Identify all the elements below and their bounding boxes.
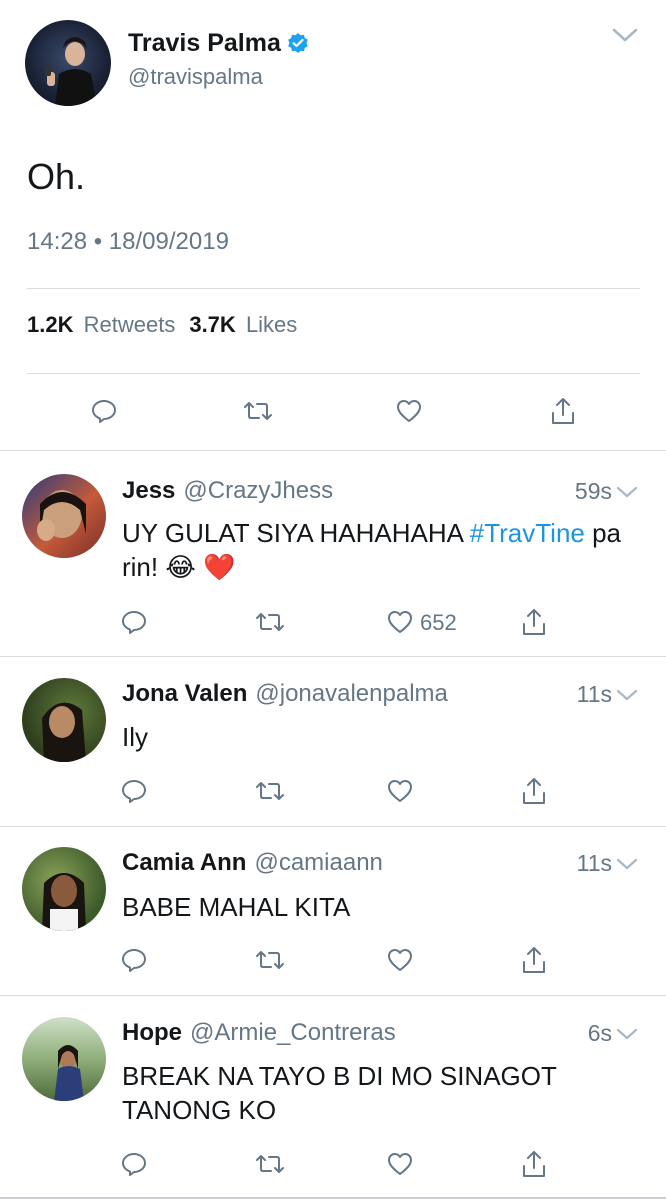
retweet-icon — [254, 777, 286, 805]
divider — [0, 1197, 666, 1199]
like-button[interactable] — [382, 604, 418, 640]
author-avatar[interactable] — [25, 20, 111, 106]
reply-text: BREAK NA TAYO B DI MO SINAGOT TANONG KO — [122, 1061, 557, 1125]
retweet-icon — [242, 397, 274, 425]
tweet-stats: 1.2K Retweets 3.7K Likes — [27, 312, 297, 338]
reply-button[interactable] — [116, 773, 152, 809]
retweet-icon — [254, 608, 286, 636]
reply-author-handle[interactable]: @CrazyJhess — [183, 477, 333, 505]
reply-author-name[interactable]: Jona Valen — [122, 680, 247, 708]
reply-meta: 11s — [577, 681, 638, 708]
author-handle[interactable]: @travispalma — [128, 64, 263, 90]
reply-meta: 11s — [577, 850, 638, 877]
reply-text-part: UY GULAT SIYA HAHAHAHA — [122, 518, 470, 548]
retweet-button[interactable] — [240, 393, 276, 429]
share-icon — [549, 396, 577, 426]
reply-icon — [120, 608, 148, 636]
like-icon — [386, 777, 414, 805]
reply-author-name[interactable]: Jess — [122, 477, 175, 505]
share-icon — [520, 1149, 548, 1179]
author-name-row: Travis Palma — [128, 28, 309, 58]
share-icon — [520, 607, 548, 637]
reply-header: Jess @CrazyJhess — [122, 477, 333, 505]
share-icon — [520, 945, 548, 975]
like-icon — [395, 397, 423, 425]
reply-meta: 59s — [575, 478, 638, 505]
reply-icon — [120, 1150, 148, 1178]
reply-author-handle[interactable]: @Armie_Contreras — [190, 1019, 396, 1047]
tweet-timestamp[interactable]: 14:28 • 18/09/2019 — [27, 228, 229, 256]
divider — [27, 288, 640, 289]
chevron-down-icon[interactable] — [616, 857, 638, 871]
like-count: 652 — [420, 610, 457, 635]
reply-button[interactable] — [116, 604, 152, 640]
share-button[interactable] — [516, 773, 552, 809]
like-button[interactable] — [382, 942, 418, 978]
reply-button[interactable] — [116, 942, 152, 978]
reply-avatar[interactable] — [22, 1017, 106, 1101]
reply-time[interactable]: 11s — [577, 681, 612, 708]
retweet-button[interactable] — [252, 773, 288, 809]
like-button[interactable] — [391, 393, 427, 429]
chevron-down-icon[interactable] — [616, 485, 638, 499]
chevron-down-icon[interactable] — [616, 688, 638, 702]
divider — [0, 656, 666, 657]
reply-icon — [120, 946, 148, 974]
reply-time[interactable]: 6s — [588, 1020, 612, 1047]
reply-meta: 6s — [588, 1020, 638, 1047]
like-icon — [386, 946, 414, 974]
reply-text: BABE MAHAL KITA — [122, 892, 351, 922]
divider — [0, 450, 666, 451]
likes-stat[interactable]: 3.7K Likes — [189, 312, 297, 338]
share-icon — [520, 776, 548, 806]
reply-header: Hope @Armie_Contreras — [122, 1019, 396, 1047]
chevron-down-icon[interactable] — [616, 1027, 638, 1041]
share-button[interactable] — [516, 1146, 552, 1182]
reply-header: Jona Valen @jonavalenpalma — [122, 680, 448, 708]
retweet-button[interactable] — [252, 1146, 288, 1182]
reply-author-name[interactable]: Hope — [122, 1019, 182, 1047]
author-name[interactable]: Travis Palma — [128, 29, 281, 58]
reply-button[interactable] — [86, 393, 122, 429]
reply-author-handle[interactable]: @camiaann — [254, 849, 382, 877]
likes-label: Likes — [245, 312, 298, 337]
reply-button[interactable] — [116, 1146, 152, 1182]
likes-count: 3.7K — [189, 312, 236, 337]
share-button[interactable] — [545, 393, 581, 429]
retweet-icon — [254, 1150, 286, 1178]
chevron-down-icon[interactable] — [611, 26, 639, 44]
retweet-icon — [254, 946, 286, 974]
share-button[interactable] — [516, 942, 552, 978]
reply-avatar[interactable] — [22, 474, 106, 558]
reply-icon — [90, 397, 118, 425]
reply-header: Camia Ann @camiaann — [122, 849, 383, 877]
like-button[interactable] — [382, 1146, 418, 1182]
divider — [0, 995, 666, 996]
reply-icon — [120, 777, 148, 805]
reply-time[interactable]: 59s — [575, 478, 612, 505]
reply-text: Ily — [122, 722, 148, 752]
retweets-stat[interactable]: 1.2K Retweets — [27, 312, 175, 338]
divider — [27, 373, 640, 374]
like-icon — [386, 1150, 414, 1178]
reply-author-name[interactable]: Camia Ann — [122, 849, 246, 877]
tweet-text: Oh. — [27, 156, 86, 197]
divider — [0, 826, 666, 827]
retweets-count: 1.2K — [27, 312, 74, 337]
retweet-button[interactable] — [252, 942, 288, 978]
share-button[interactable] — [516, 604, 552, 640]
hashtag-link[interactable]: #TravTine — [470, 518, 585, 548]
reply-text: UY GULAT SIYA HAHAHAHA #TravTine pa rin!… — [122, 516, 632, 584]
verified-badge-icon — [287, 32, 309, 54]
retweet-button[interactable] — [252, 604, 288, 640]
like-button[interactable] — [382, 773, 418, 809]
reply-time[interactable]: 11s — [577, 850, 612, 877]
like-icon — [386, 608, 414, 636]
reply-avatar[interactable] — [22, 678, 106, 762]
reply-avatar[interactable] — [22, 847, 106, 931]
reply-author-handle[interactable]: @jonavalenpalma — [255, 680, 447, 708]
retweets-label: Retweets — [83, 312, 176, 337]
